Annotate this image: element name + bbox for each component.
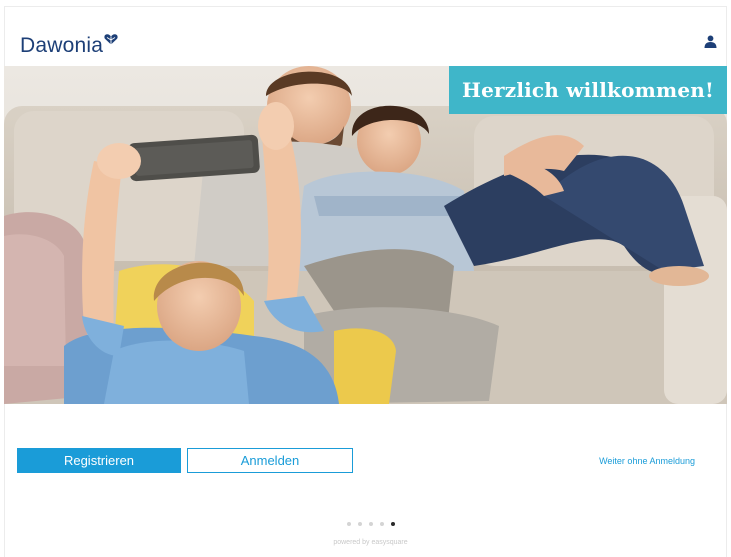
user-profile-button[interactable] xyxy=(701,32,719,50)
carousel-pager xyxy=(0,522,731,526)
heart-logo-icon xyxy=(104,32,118,50)
action-bar: Registrieren Anmelden Weiter ohne Anmeld… xyxy=(4,446,727,476)
register-button[interactable]: Registrieren xyxy=(17,448,181,473)
dawonia-logo: Dawonia xyxy=(20,34,118,58)
pager-dot[interactable] xyxy=(346,522,351,526)
pager-dot-active[interactable] xyxy=(390,522,395,526)
welcome-banner: Herzlich willkommen! xyxy=(449,66,727,114)
hero-image: Herzlich willkommen! xyxy=(4,66,727,404)
continue-without-login-link[interactable]: Weiter ohne Anmeldung xyxy=(599,456,695,466)
powered-by-text: powered by easysquare xyxy=(333,539,408,546)
pager-dot[interactable] xyxy=(379,522,384,526)
user-icon xyxy=(704,35,716,48)
app-header: Dawonia xyxy=(4,6,727,66)
family-on-sofa-photo xyxy=(4,66,727,404)
pager-dot[interactable] xyxy=(368,522,373,526)
logo-text: Dawonia xyxy=(20,34,104,57)
pager-dot[interactable] xyxy=(357,522,362,526)
login-button[interactable]: Anmelden xyxy=(187,448,353,473)
